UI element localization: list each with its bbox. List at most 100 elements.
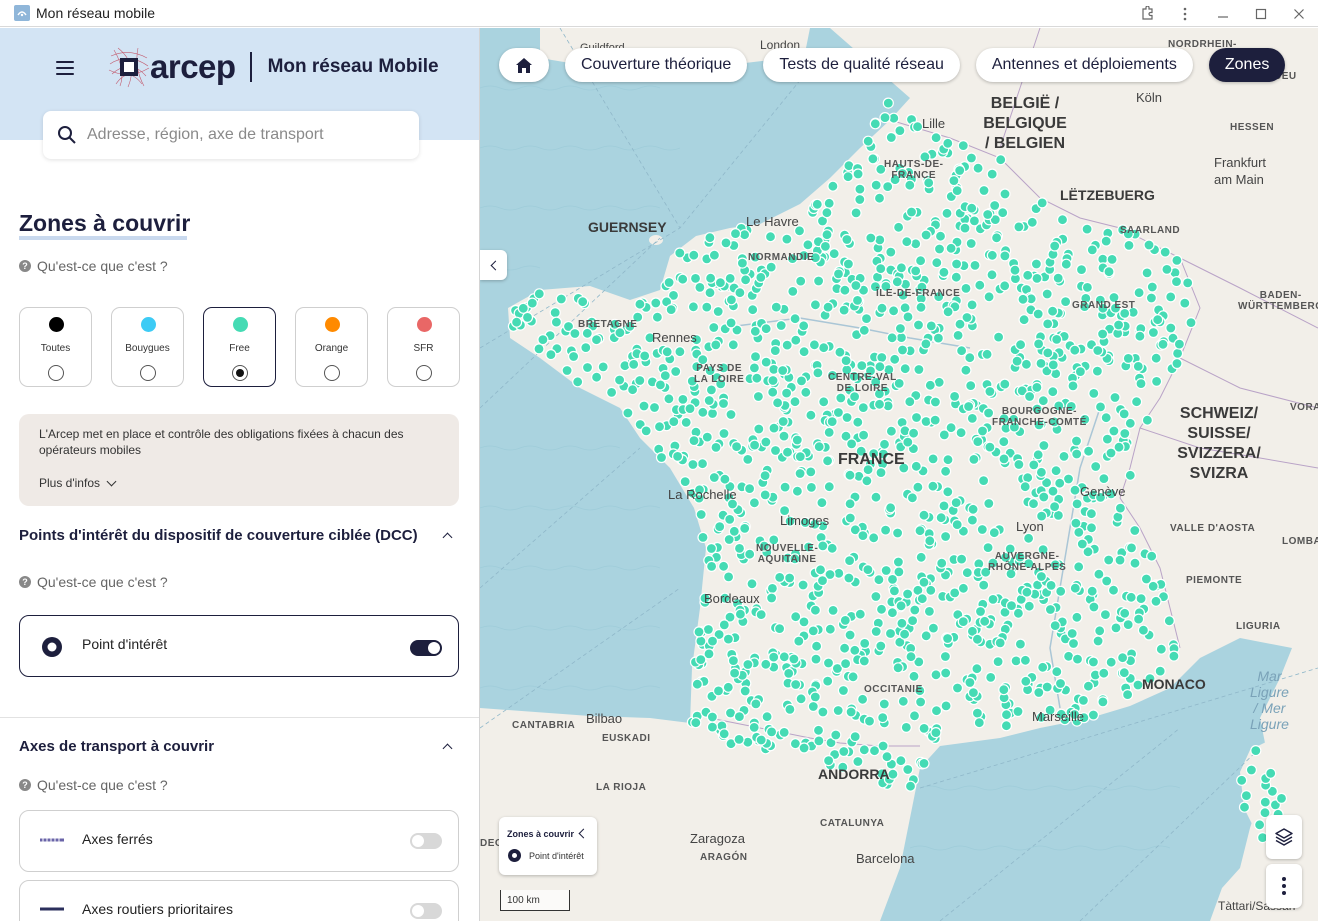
poi-marker[interactable]	[941, 207, 953, 219]
poi-marker[interactable]	[873, 574, 885, 586]
poi-marker[interactable]	[915, 696, 927, 708]
poi-marker[interactable]	[727, 654, 739, 667]
poi-marker[interactable]	[805, 409, 817, 421]
poi-marker[interactable]	[823, 197, 835, 209]
poi-marker[interactable]	[1042, 318, 1054, 330]
poi-marker[interactable]	[1051, 666, 1063, 678]
poi-marker[interactable]	[870, 590, 882, 603]
poi-marker[interactable]	[723, 571, 735, 583]
poi-marker[interactable]	[766, 592, 778, 604]
poi-marker[interactable]	[984, 385, 996, 398]
poi-marker[interactable]	[1023, 390, 1036, 403]
poi-marker[interactable]	[1146, 281, 1158, 293]
poi-marker[interactable]	[1250, 744, 1262, 757]
poi-marker[interactable]	[930, 669, 942, 681]
poi-marker[interactable]	[670, 365, 682, 378]
poi-marker[interactable]	[1010, 655, 1022, 667]
poi-marker[interactable]	[701, 301, 713, 313]
poi-marker[interactable]	[949, 390, 961, 402]
poi-marker[interactable]	[812, 724, 825, 736]
poi-marker[interactable]	[1122, 618, 1134, 631]
poi-marker[interactable]	[895, 755, 907, 767]
poi-marker[interactable]	[714, 521, 726, 533]
poi-marker[interactable]	[865, 232, 877, 244]
poi-marker[interactable]	[986, 168, 998, 180]
poi-marker[interactable]	[857, 693, 869, 705]
chevron-left-icon[interactable]	[578, 828, 589, 839]
poi-marker[interactable]	[1125, 591, 1137, 603]
poi-marker[interactable]	[1135, 592, 1147, 605]
poi-marker[interactable]	[1135, 378, 1147, 390]
poi-marker[interactable]	[549, 307, 561, 319]
poi-marker[interactable]	[1085, 508, 1098, 520]
poi-marker[interactable]	[533, 288, 545, 300]
poi-marker[interactable]	[988, 527, 1000, 539]
poi-marker[interactable]	[877, 711, 889, 724]
poi-marker[interactable]	[942, 486, 954, 498]
poi-marker[interactable]	[892, 556, 904, 568]
poi-marker[interactable]	[784, 572, 796, 584]
poi-marker[interactable]	[880, 524, 892, 536]
poi-marker[interactable]	[895, 262, 907, 274]
poi-marker[interactable]	[974, 605, 987, 618]
poi-marker[interactable]	[875, 640, 887, 652]
poi-marker[interactable]	[823, 426, 835, 438]
poi-marker[interactable]	[809, 604, 821, 616]
poi-marker[interactable]	[1050, 465, 1062, 477]
poi-marker[interactable]	[748, 497, 760, 509]
poi-marker[interactable]	[706, 711, 718, 723]
poi-marker[interactable]	[772, 397, 784, 409]
poi-marker[interactable]	[982, 208, 994, 221]
poi-marker[interactable]	[957, 139, 969, 152]
poi-marker[interactable]	[749, 351, 762, 363]
poi-marker[interactable]	[950, 497, 962, 509]
poi-marker[interactable]	[951, 258, 963, 270]
poi-marker[interactable]	[691, 678, 703, 690]
poi-marker[interactable]	[1030, 258, 1043, 270]
poi-marker[interactable]	[808, 339, 820, 351]
poi-marker[interactable]	[759, 470, 771, 482]
poi-marker[interactable]	[810, 653, 822, 665]
poi-marker[interactable]	[622, 407, 634, 419]
operator-radio[interactable]	[232, 365, 248, 381]
poi-marker[interactable]	[823, 481, 835, 493]
operator-radio[interactable]	[48, 365, 64, 381]
poi-marker[interactable]	[742, 658, 754, 671]
poi-marker[interactable]	[1031, 272, 1043, 284]
poi-marker[interactable]	[1098, 473, 1110, 485]
poi-marker[interactable]	[774, 622, 786, 635]
poi-marker[interactable]	[739, 229, 751, 241]
poi-marker[interactable]	[1141, 267, 1153, 279]
poi-marker[interactable]	[942, 454, 954, 466]
poi-marker[interactable]	[1017, 293, 1029, 305]
poi-marker[interactable]	[868, 532, 880, 544]
poi-marker[interactable]	[1109, 391, 1121, 404]
poi-marker[interactable]	[718, 560, 730, 572]
poi-marker[interactable]	[892, 527, 904, 539]
poi-marker[interactable]	[712, 305, 724, 318]
poi-marker[interactable]	[1000, 709, 1013, 721]
poi-marker[interactable]	[1114, 502, 1127, 514]
poi-marker[interactable]	[765, 261, 777, 273]
poi-marker[interactable]	[1103, 554, 1115, 566]
poi-marker[interactable]	[1133, 287, 1145, 299]
poi-marker[interactable]	[1042, 347, 1054, 359]
poi-marker[interactable]	[933, 243, 946, 255]
poi-marker[interactable]	[1076, 538, 1088, 550]
poi-marker[interactable]	[886, 607, 898, 619]
poi-marker[interactable]	[755, 271, 767, 283]
poi-marker[interactable]	[1100, 235, 1112, 247]
poi-marker[interactable]	[794, 467, 806, 480]
operator-option-sfr[interactable]: SFR	[387, 307, 460, 387]
poi-marker[interactable]	[916, 593, 928, 605]
poi-marker[interactable]	[1066, 627, 1078, 640]
poi-marker[interactable]	[744, 548, 756, 560]
poi-marker[interactable]	[968, 453, 980, 465]
poi-marker[interactable]	[983, 497, 995, 510]
poi-marker[interactable]	[1101, 433, 1114, 445]
poi-marker[interactable]	[1114, 554, 1126, 566]
poi-marker[interactable]	[879, 111, 891, 124]
poi-marker[interactable]	[1118, 408, 1130, 420]
poi-marker[interactable]	[1055, 585, 1067, 597]
poi-marker[interactable]	[710, 441, 722, 453]
